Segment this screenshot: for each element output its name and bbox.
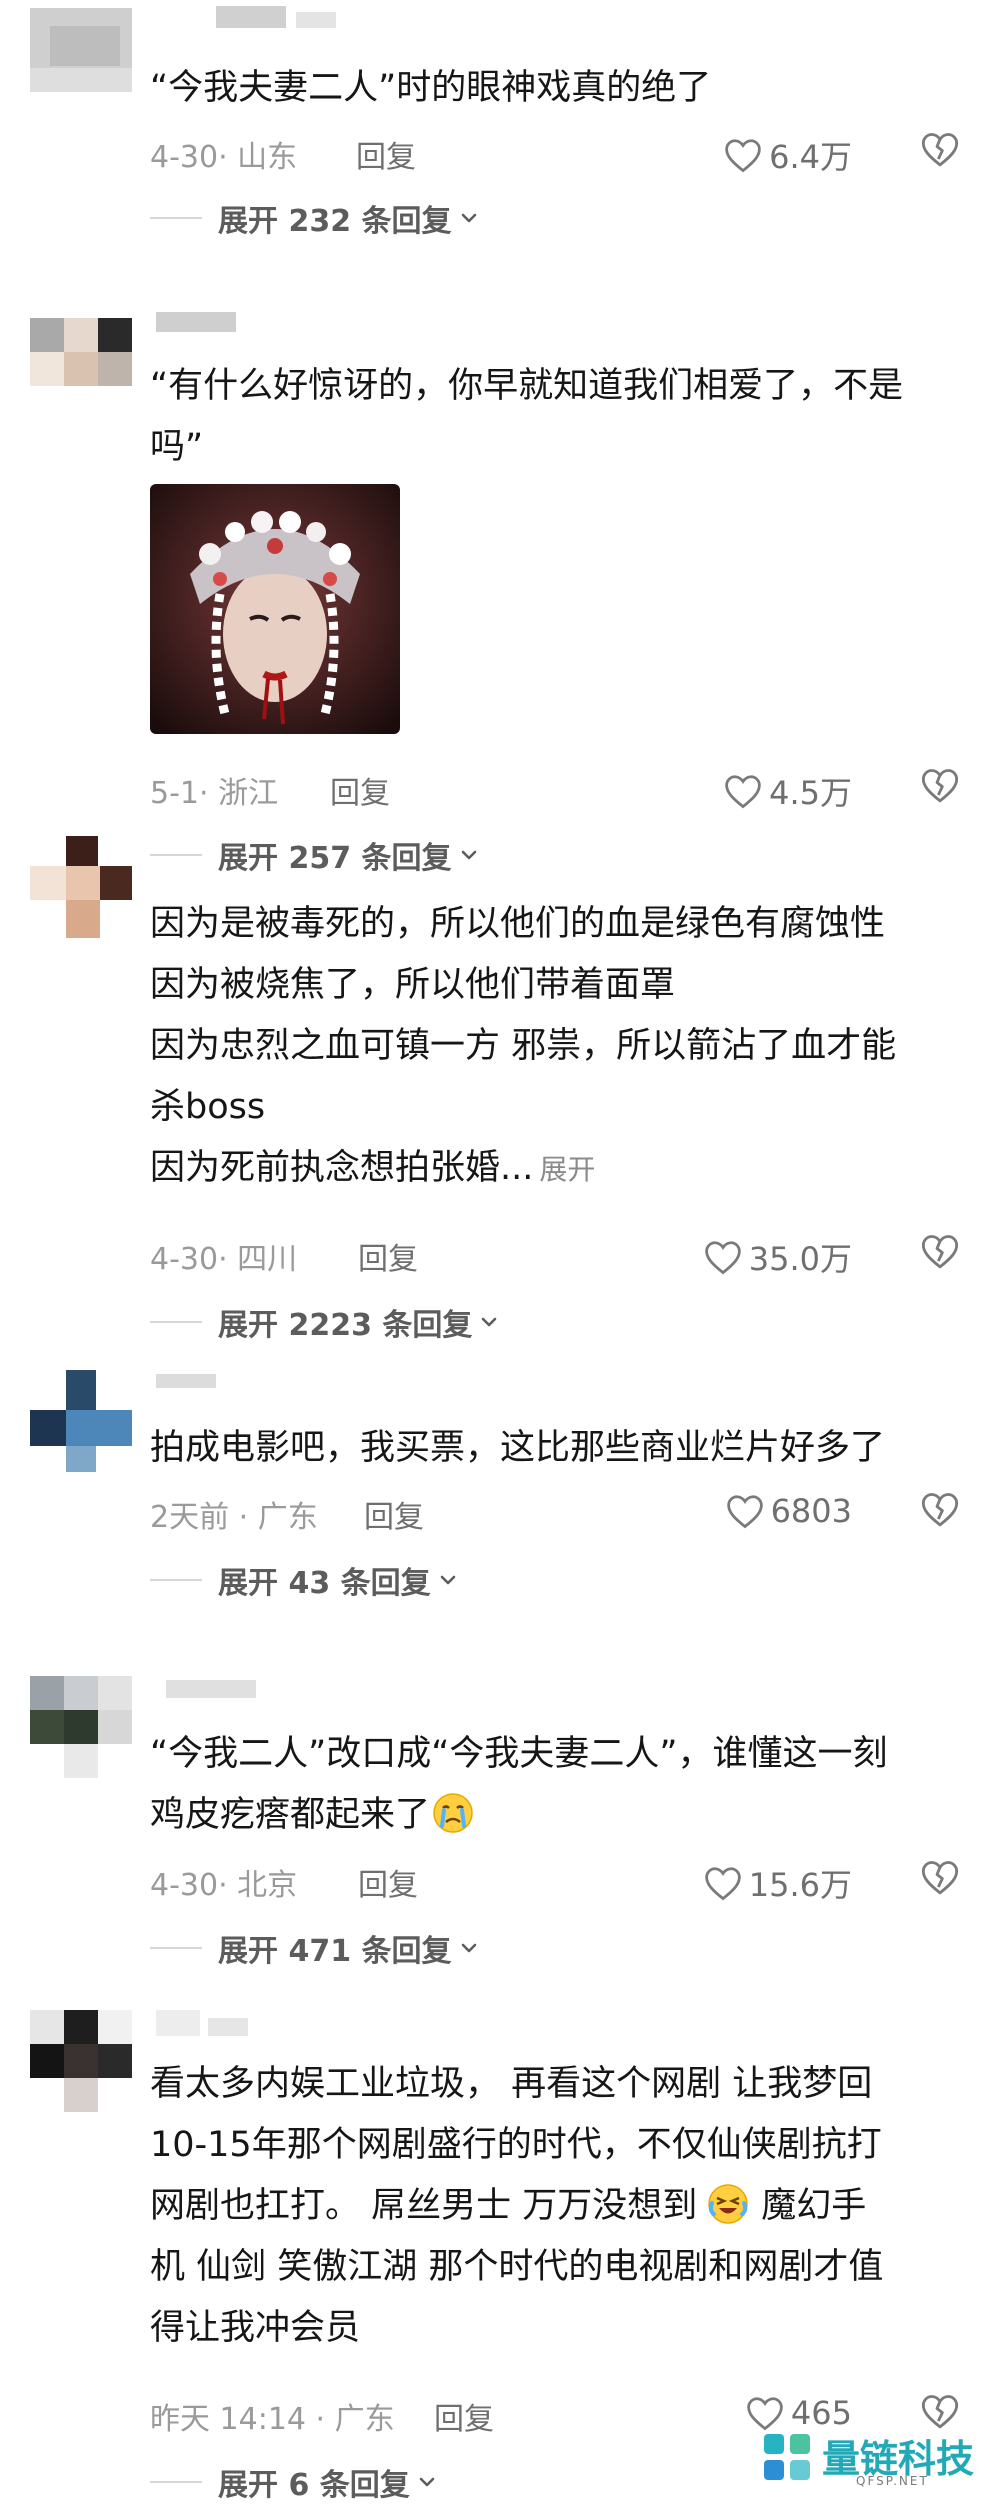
chevron-down-icon xyxy=(437,1569,459,1591)
logo-mark-icon xyxy=(764,2434,810,2480)
divider xyxy=(150,1321,202,1323)
divider xyxy=(150,2481,202,2483)
like-button[interactable]: 15.6万 xyxy=(703,1860,852,1906)
comment-date-location: 2天前 · 广东 xyxy=(150,1500,318,1535)
reply-button[interactable]: 回复 xyxy=(356,132,416,176)
comment-date-location: 4-30· 山东 xyxy=(150,140,298,175)
comment-date-location: 昨天 14:14 · 广东 xyxy=(150,2402,395,2437)
like-button[interactable]: 35.0万 xyxy=(703,1234,852,1280)
like-count: 15.6万 xyxy=(748,1866,852,1904)
crying-face-emoji-icon xyxy=(432,1792,474,1834)
broken-heart-icon xyxy=(921,1235,959,1269)
like-button[interactable]: 4.5万 xyxy=(723,768,852,814)
avatar[interactable] xyxy=(30,8,132,110)
chevron-down-icon xyxy=(458,207,480,229)
chevron-down-icon xyxy=(416,2471,438,2493)
username-masked[interactable] xyxy=(156,1374,356,1398)
comment-text: 因为是被毒死的，所以他们的血是绿色有腐蚀性 因为被烧焦了，所以他们带着面罩 因为… xyxy=(150,904,897,1188)
comment-text: 拍成电影吧，我买票，这比那些商业烂片好多了 xyxy=(150,1428,886,1468)
broken-heart-icon xyxy=(921,769,959,803)
heart-outline-icon xyxy=(704,1867,741,1901)
laughing-crying-emoji-icon xyxy=(707,2183,749,2225)
comment-image[interactable] xyxy=(150,484,400,734)
avatar[interactable] xyxy=(30,1676,132,1778)
expand-replies-button[interactable]: 展开 232 条回复 xyxy=(150,198,480,239)
expand-replies-button[interactable]: 展开 6 条回复 xyxy=(150,2462,438,2503)
username-masked[interactable] xyxy=(156,6,356,30)
comment-date-location: 4-30· 北京 xyxy=(150,1868,298,1903)
like-count: 6.4万 xyxy=(769,138,852,176)
avatar[interactable] xyxy=(30,2010,132,2112)
heart-outline-icon xyxy=(726,1495,763,1529)
broken-heart-icon xyxy=(921,133,959,167)
dislike-button[interactable] xyxy=(920,766,960,812)
comment-text: “今我二人”改口成“今我夫妻二人”，谁懂这一刻 鸡皮疙瘩都起来了 xyxy=(150,1734,888,1835)
comment-date-location: 5-1· 浙江 xyxy=(150,776,279,811)
like-count: 6803 xyxy=(770,1492,852,1530)
heart-outline-icon xyxy=(725,139,761,173)
divider xyxy=(150,217,202,219)
broken-heart-icon xyxy=(921,1493,959,1527)
username-masked[interactable] xyxy=(156,312,356,336)
expand-replies-button[interactable]: 展开 257 条回复 xyxy=(150,835,480,876)
reply-button[interactable]: 回复 xyxy=(358,1860,418,1904)
divider xyxy=(150,854,202,856)
like-button[interactable]: 6803 xyxy=(725,1492,852,1530)
expand-replies-button[interactable]: 展开 2223 条回复 xyxy=(150,1302,500,1343)
like-button[interactable]: 6.4万 xyxy=(723,132,852,178)
broken-heart-icon xyxy=(921,1861,959,1895)
divider xyxy=(150,1947,202,1949)
like-count: 4.5万 xyxy=(769,774,852,812)
avatar[interactable] xyxy=(30,318,132,420)
expand-text-link[interactable]: 展开 xyxy=(539,1153,595,1186)
reply-button[interactable]: 回复 xyxy=(434,2394,494,2438)
comment-text: “有什么好惊讶的，你早就知道我们相爱了，不是 吗” xyxy=(150,366,904,467)
avatar[interactable] xyxy=(30,836,132,938)
dislike-button[interactable] xyxy=(920,1490,960,1536)
chevron-down-icon xyxy=(458,844,480,866)
reply-button[interactable]: 回复 xyxy=(358,1234,418,1278)
like-count: 35.0万 xyxy=(748,1240,852,1278)
dislike-button[interactable] xyxy=(920,1858,960,1904)
comment-text: 看太多内娱工业垃圾， 再看这个网剧 让我梦回 10-15年那个网剧盛行的时代，不… xyxy=(150,2064,884,2348)
chevron-down-icon xyxy=(478,1311,500,1333)
username-masked[interactable] xyxy=(156,2010,356,2036)
heart-outline-icon xyxy=(704,1241,741,1275)
divider xyxy=(150,1579,202,1581)
expand-replies-button[interactable]: 展开 43 条回复 xyxy=(150,1560,459,1601)
watermark-logo: 量链科技 QFSP.NET xyxy=(760,2424,990,2494)
comment-date-location: 4-30· 四川 xyxy=(150,1242,298,1277)
username-masked[interactable] xyxy=(156,1680,356,1704)
chevron-down-icon xyxy=(458,1937,480,1959)
dislike-button[interactable] xyxy=(920,130,960,176)
comment-text: “今我夫妻二人”时的眼神戏真的绝了 xyxy=(150,68,712,108)
expand-replies-button[interactable]: 展开 471 条回复 xyxy=(150,1928,480,1969)
dislike-button[interactable] xyxy=(920,1232,960,1278)
reply-button[interactable]: 回复 xyxy=(364,1492,424,1536)
reply-button[interactable]: 回复 xyxy=(330,768,390,812)
heart-outline-icon xyxy=(725,775,761,809)
avatar[interactable] xyxy=(30,1370,132,1472)
